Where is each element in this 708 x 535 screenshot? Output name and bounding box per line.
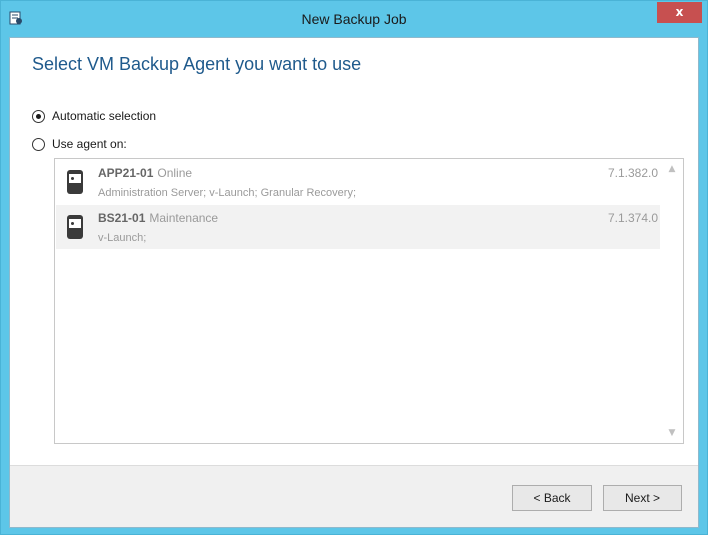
agent-roles: v-Launch;: [98, 232, 147, 244]
agent-status: Online: [157, 166, 193, 180]
use-agent-radio[interactable]: [32, 137, 45, 151]
server-icon: [67, 170, 83, 194]
close-button[interactable]: x: [657, 2, 702, 23]
agent-list[interactable]: APP21-01 Online Administration Server; v-…: [54, 158, 684, 444]
agent-list-scrollbar[interactable]: ▲ ▼: [661, 159, 683, 443]
wizard-footer: < Back Next >: [10, 465, 698, 527]
use-agent-option[interactable]: Use agent on:: [32, 137, 127, 151]
automatic-selection-radio[interactable]: [32, 109, 45, 123]
page-title: Select VM Backup Agent you want to use: [32, 54, 362, 74]
next-button[interactable]: Next >: [603, 485, 682, 511]
agent-version: 7.1.382.0: [607, 166, 658, 180]
scroll-down-arrow-icon[interactable]: ▼: [666, 427, 678, 439]
back-button[interactable]: < Back: [512, 485, 592, 511]
server-icon: [67, 215, 83, 239]
agent-row-bs21-01[interactable]: BS21-01 Maintenance v-Launch; 7.1.374.0: [56, 205, 660, 249]
new-backup-job-window: New Backup Job x Select VM Backup Agent …: [0, 0, 708, 535]
automatic-selection-label: Automatic selection: [52, 109, 157, 123]
agent-name: APP21-01: [98, 166, 154, 180]
agent-name-line: APP21-01 Online: [98, 166, 192, 180]
window-title: New Backup Job: [301, 11, 407, 27]
agent-name-line: BS21-01 Maintenance: [98, 211, 218, 225]
scroll-up-arrow-icon[interactable]: ▲: [666, 163, 678, 175]
agent-row-app21-01[interactable]: APP21-01 Online Administration Server; v-…: [56, 160, 660, 204]
use-agent-label: Use agent on:: [52, 137, 127, 151]
wizard-content: Select VM Backup Agent you want to use A…: [9, 37, 699, 528]
agent-version: 7.1.374.0: [607, 211, 658, 225]
title-bar[interactable]: New Backup Job x: [1, 1, 707, 37]
automatic-selection-option[interactable]: Automatic selection: [32, 109, 156, 123]
agent-status: Maintenance: [149, 211, 219, 225]
agent-name: BS21-01: [98, 211, 146, 225]
agent-roles: Administration Server; v-Launch; Granula…: [98, 187, 356, 199]
